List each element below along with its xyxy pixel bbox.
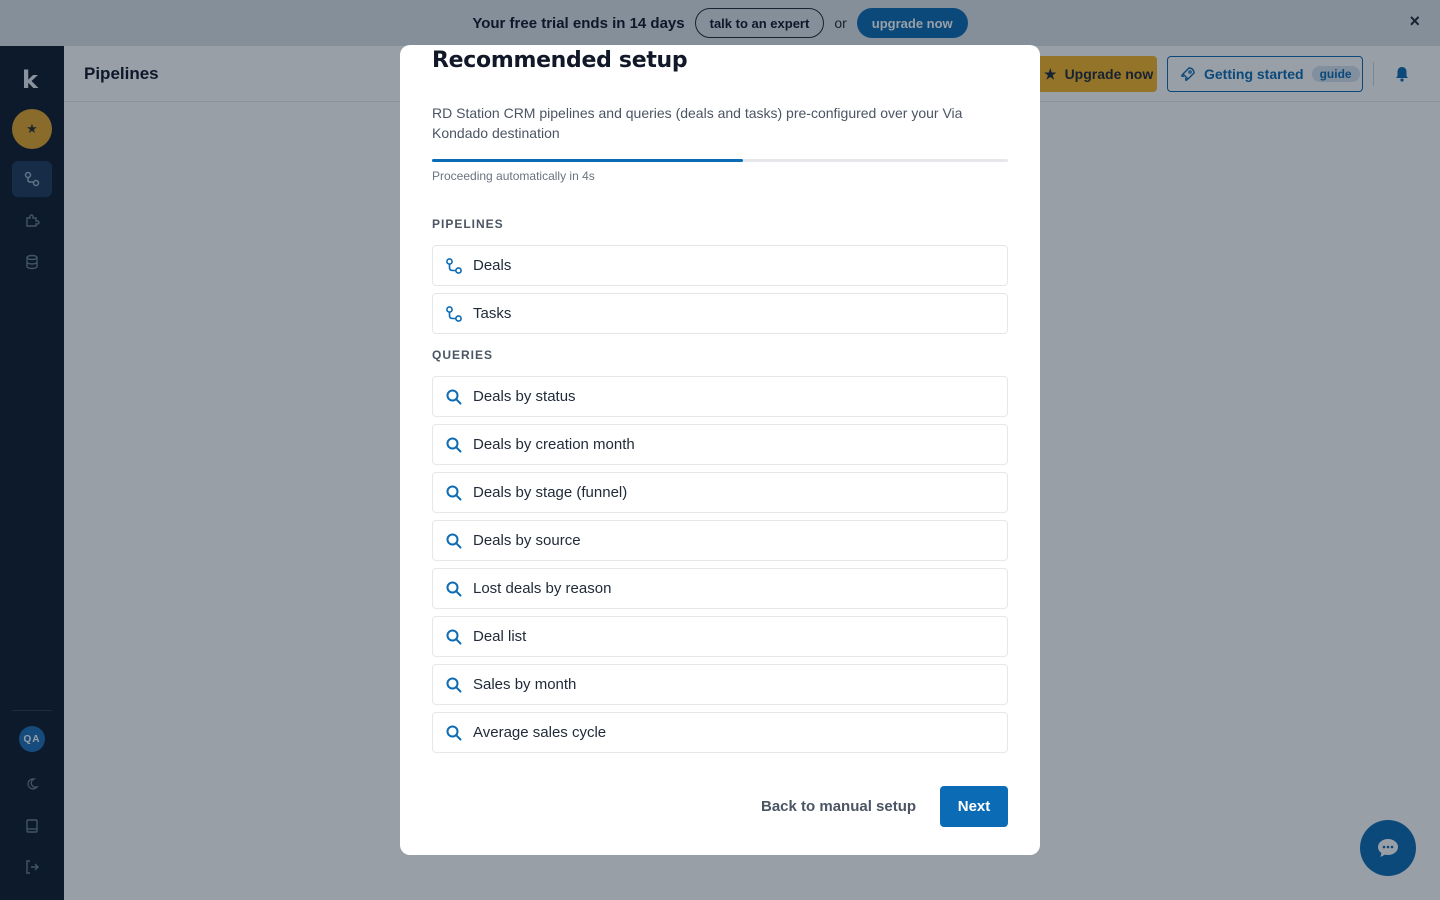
item-label: Deals by source bbox=[473, 532, 581, 549]
progress-fill bbox=[432, 159, 744, 162]
pipelines-list: Deals Tasks bbox=[432, 245, 1008, 334]
progress-bar bbox=[432, 159, 1008, 162]
item-label: Deals bbox=[473, 257, 512, 274]
item-label: Average sales cycle bbox=[473, 724, 607, 741]
modal-footer: Back to manual setup Next bbox=[400, 786, 1040, 827]
queries-section-label: QUERIES bbox=[432, 348, 494, 362]
search-icon bbox=[445, 532, 463, 550]
search-icon bbox=[445, 628, 463, 646]
pipeline-item[interactable]: Tasks bbox=[432, 293, 1008, 334]
item-label: Sales by month bbox=[473, 676, 577, 693]
query-item[interactable]: Deals by source bbox=[432, 520, 1008, 561]
item-label: Deal list bbox=[473, 628, 527, 645]
search-icon bbox=[445, 484, 463, 502]
back-to-manual-setup-button[interactable]: Back to manual setup bbox=[761, 798, 916, 815]
pipelines-section-label: PIPELINES bbox=[432, 217, 504, 231]
modal-subtitle: RD Station CRM pipelines and queries (de… bbox=[432, 105, 963, 141]
query-item[interactable]: Sales by month bbox=[432, 664, 1008, 705]
query-item[interactable]: Average sales cycle bbox=[432, 712, 1008, 753]
progress-text: Proceeding automatically in 4s bbox=[432, 169, 595, 183]
search-icon bbox=[445, 580, 463, 598]
query-item[interactable]: Lost deals by reason bbox=[432, 568, 1008, 609]
search-icon bbox=[445, 388, 463, 406]
search-icon bbox=[445, 676, 463, 694]
item-label: Deals by status bbox=[473, 388, 576, 405]
item-label: Tasks bbox=[473, 305, 512, 322]
pipeline-icon bbox=[445, 257, 463, 275]
item-label: Lost deals by reason bbox=[473, 580, 612, 597]
query-item[interactable]: Deals by creation month bbox=[432, 424, 1008, 465]
query-item[interactable]: Deals by stage (funnel) bbox=[432, 472, 1008, 513]
pipeline-icon bbox=[445, 305, 463, 323]
recommended-setup-modal: Recommended setup RD Station CRM pipelin… bbox=[400, 45, 1040, 855]
queries-list: Deals by status Deals by creation month De… bbox=[432, 376, 1008, 753]
next-button[interactable]: Next bbox=[940, 786, 1008, 827]
search-icon bbox=[445, 436, 463, 454]
query-item[interactable]: Deal list bbox=[432, 616, 1008, 657]
query-item[interactable]: Deals by status bbox=[432, 376, 1008, 417]
setup-list[interactable]: PIPELINES Deals Tasks QUERIES Deals by st… bbox=[432, 215, 1008, 769]
item-label: Deals by creation month bbox=[473, 436, 635, 453]
search-icon bbox=[445, 724, 463, 742]
pipeline-item[interactable]: Deals bbox=[432, 245, 1008, 286]
modal-title: Recommended setup bbox=[432, 48, 688, 73]
item-label: Deals by stage (funnel) bbox=[473, 484, 628, 501]
